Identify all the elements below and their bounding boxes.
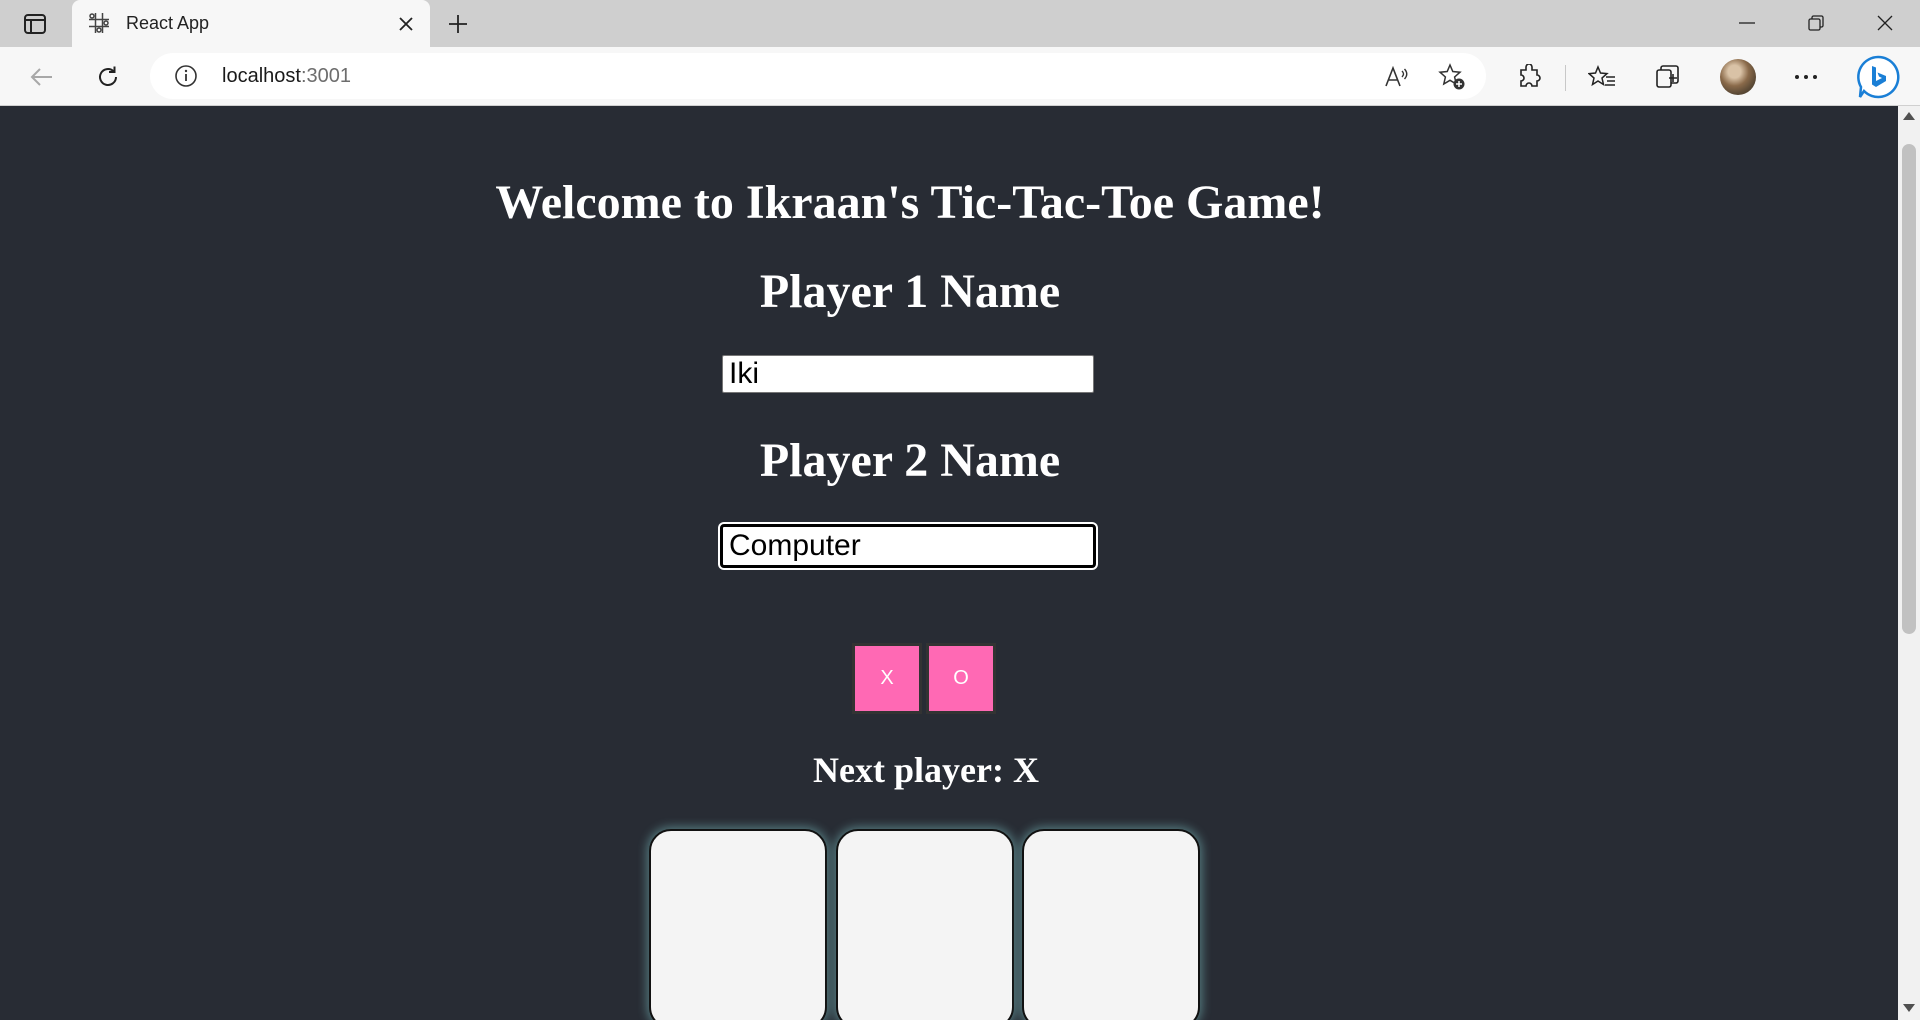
board-cell-2[interactable] [836,829,1014,1020]
player1-name-input[interactable] [722,355,1094,393]
sidebar-toggle-icon[interactable] [20,10,50,38]
tab-bar: React App [0,0,1920,48]
toolbar-divider [1565,65,1566,91]
bing-icon[interactable] [1854,53,1902,101]
board-cell-3[interactable] [1022,829,1200,1020]
favorite-add-icon[interactable] [1437,62,1467,92]
page-viewport: Welcome to Ikraan's Tic-Tac-Toe Game! Pl… [0,106,1898,1020]
info-icon[interactable] [174,64,198,88]
restore-icon[interactable] [1799,8,1833,38]
browser-tab[interactable]: React App [72,0,430,48]
scroll-down-arrow-icon[interactable] [1903,1004,1915,1012]
back-arrow-icon[interactable] [26,61,58,93]
tab-title: React App [126,13,210,33]
scroll-up-arrow-icon[interactable] [1903,112,1915,120]
player1-heading: Player 1 Name [759,265,1061,318]
player2-heading: Player 2 Name [759,434,1061,487]
plus-icon[interactable] [444,10,472,38]
choose-x-button[interactable]: X [852,643,922,714]
favorites-icon[interactable] [1586,61,1618,93]
minimize-icon[interactable] [1730,8,1764,38]
url-host: localhost [222,65,301,87]
read-aloud-icon[interactable] [1382,62,1412,92]
next-player-status: Next player: X [813,750,1039,790]
player2-name-input[interactable] [720,524,1096,568]
collections-icon[interactable] [1652,61,1684,93]
scroll-thumb[interactable] [1902,144,1916,634]
address-url[interactable]: localhost:3001 [222,65,351,88]
address-bar[interactable]: localhost:3001 [150,53,1486,99]
url-port: :3001 [300,65,351,87]
board-cell-1[interactable] [649,829,827,1020]
window-close-icon[interactable] [1868,8,1902,38]
choose-o-button[interactable]: O [926,643,996,714]
extensions-icon[interactable] [1513,61,1545,93]
reload-icon[interactable] [92,61,124,93]
close-icon[interactable] [394,12,418,36]
page-scrollbar[interactable] [1898,106,1920,1020]
welcome-heading: Welcome to Ikraan's Tic-Tac-Toe Game! [495,176,1325,229]
profile-avatar[interactable] [1720,59,1756,95]
more-icon[interactable] [1790,61,1822,93]
tic-tac-toe-grid-icon [88,12,110,34]
browser-toolbar: localhost:3001 [0,47,1920,106]
